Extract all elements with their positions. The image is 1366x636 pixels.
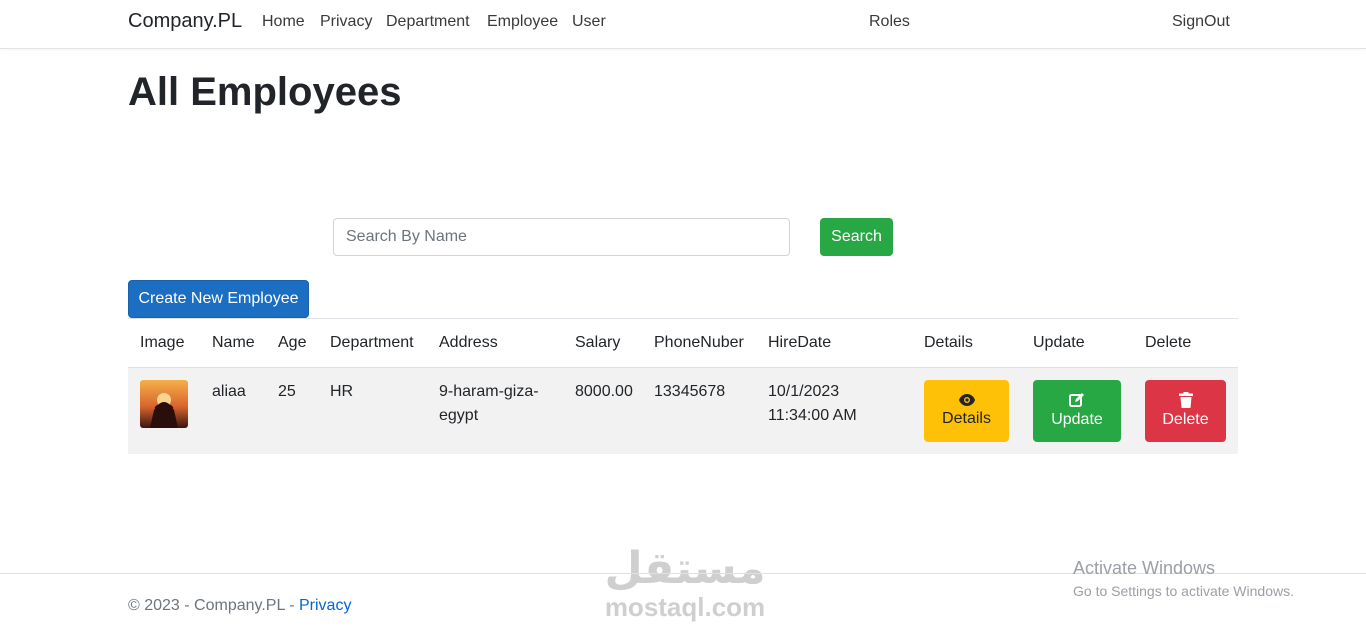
cell-address: 9-haram-giza- egypt [439, 367, 575, 454]
nav-privacy[interactable]: Privacy [320, 13, 372, 31]
employee-avatar [140, 380, 188, 428]
eye-icon [958, 394, 975, 406]
header-image: Image [128, 318, 212, 368]
cell-salary: 8000.00 [575, 367, 654, 454]
cell-hire-date: 10/1/2023 11:34:00 AM [768, 367, 924, 454]
employees-table: Image Name Age Department Address Salary… [128, 318, 1238, 454]
header-delete: Delete [1145, 318, 1238, 368]
address-line1: 9-haram-giza- [439, 383, 539, 400]
brand-link[interactable]: Company.PL [128, 10, 242, 33]
trash-icon [1178, 392, 1193, 408]
header-details: Details [924, 318, 1033, 368]
footer-privacy-link[interactable]: Privacy [299, 597, 351, 614]
nav-department[interactable]: Department [386, 13, 470, 31]
header-age: Age [278, 318, 330, 368]
create-employee-button[interactable]: Create New Employee [128, 280, 309, 318]
nav-signout[interactable]: SignOut [1172, 13, 1230, 31]
header-hire-date: HireDate [768, 318, 924, 368]
footer-copyright: © 2023 - Company.PL - [128, 597, 299, 614]
update-button[interactable]: Update [1033, 380, 1121, 442]
cell-details: Details [924, 367, 1033, 454]
header-address: Address [439, 318, 575, 368]
nav-employee[interactable]: Employee [487, 13, 558, 31]
nav-roles[interactable]: Roles [869, 13, 910, 31]
activate-windows-notice: Activate Windows Go to Settings to activ… [1073, 558, 1294, 599]
activate-subtitle: Go to Settings to activate Windows. [1073, 583, 1294, 599]
hire-date: 10/1/2023 [768, 383, 840, 400]
delete-button[interactable]: Delete [1145, 380, 1226, 442]
cell-image [128, 367, 212, 454]
table-header-row: Image Name Age Department Address Salary… [128, 318, 1238, 368]
nav-user[interactable]: User [572, 13, 606, 31]
details-button[interactable]: Details [924, 380, 1009, 442]
header-name: Name [212, 318, 278, 368]
address-line2: egypt [439, 407, 479, 424]
activate-title: Activate Windows [1073, 558, 1216, 578]
cell-name: aliaa [212, 367, 278, 454]
details-label: Details [942, 410, 991, 427]
page-title: All Employees [128, 70, 402, 114]
header-update: Update [1033, 318, 1145, 368]
search-input[interactable] [333, 218, 790, 256]
cell-update: Update [1033, 367, 1145, 454]
nav-home[interactable]: Home [262, 13, 305, 31]
header-salary: Salary [575, 318, 654, 368]
delete-label: Delete [1162, 411, 1209, 428]
cell-delete: Delete [1145, 367, 1238, 454]
cell-phone: 13345678 [654, 367, 768, 454]
edit-icon [1069, 393, 1084, 407]
hire-time: 11:34:00 AM [768, 407, 857, 424]
header-phone: PhoneNuber [654, 318, 768, 368]
cell-age: 25 [278, 367, 330, 454]
table-row: aliaa 25 HR 9-haram-giza- egypt 8000.00 … [128, 367, 1238, 454]
cell-department: HR [330, 367, 439, 454]
update-label: Update [1051, 411, 1103, 428]
top-navbar: Company.PL Home Privacy Department Emplo… [0, 0, 1366, 49]
search-button[interactable]: Search [820, 218, 893, 256]
header-department: Department [330, 318, 439, 368]
footer-text: © 2023 - Company.PL - Privacy [128, 597, 351, 615]
